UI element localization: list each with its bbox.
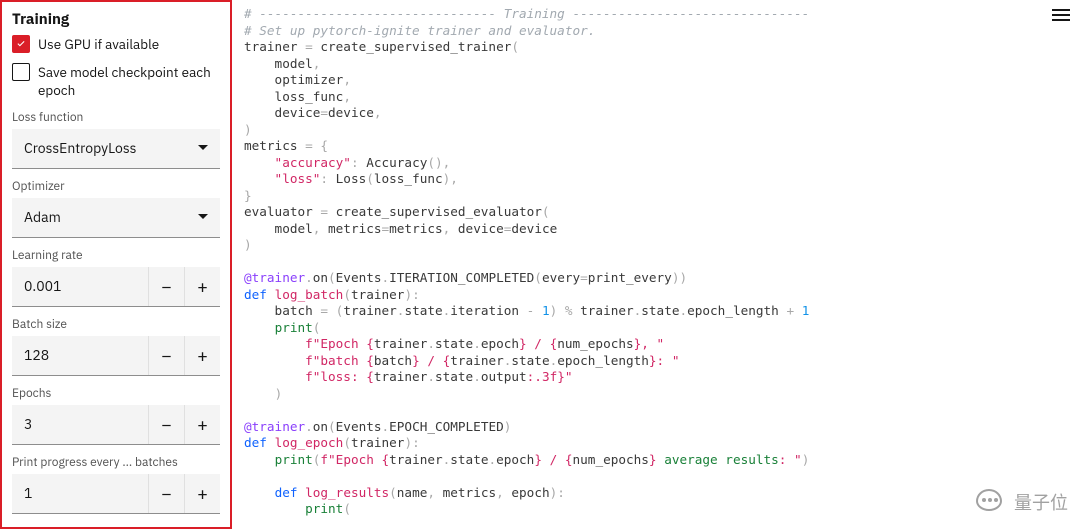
optimizer-value: Adam	[24, 208, 61, 226]
print-every-decrement-button[interactable]: −	[148, 474, 184, 513]
epochs-decrement-button[interactable]: −	[148, 405, 184, 444]
optimizer-label: Optimizer	[12, 179, 220, 194]
loss-value: CrossEntropyLoss	[24, 139, 136, 157]
loss-select[interactable]: CrossEntropyLoss	[12, 129, 220, 169]
batch-input[interactable]: 128	[12, 346, 148, 364]
lr-increment-button[interactable]: +	[184, 267, 220, 306]
print-every-input[interactable]: 1	[12, 484, 148, 502]
epochs-increment-button[interactable]: +	[184, 405, 220, 444]
print-every-stepper: 1 − +	[12, 474, 220, 514]
epochs-stepper: 3 − +	[12, 405, 220, 445]
batch-decrement-button[interactable]: −	[148, 336, 184, 375]
checkbox-save-ckpt-label: Save model checkpoint each epoch	[38, 63, 220, 99]
code-panel: # ------------------------------- Traini…	[232, 0, 1080, 529]
checkbox-use-gpu-row: Use GPU if available	[12, 35, 220, 53]
chevron-down-icon	[198, 143, 208, 153]
batch-stepper: 128 − +	[12, 336, 220, 376]
checkmark-icon	[15, 38, 27, 50]
lr-stepper: 0.001 − +	[12, 267, 220, 307]
checkbox-use-gpu[interactable]	[12, 35, 30, 53]
menu-button[interactable]	[1052, 6, 1070, 24]
lr-input[interactable]: 0.001	[12, 277, 148, 295]
print-every-label: Print progress every ... batches	[12, 455, 220, 470]
optimizer-select[interactable]: Adam	[12, 198, 220, 238]
lr-decrement-button[interactable]: −	[148, 267, 184, 306]
batch-label: Batch size	[12, 317, 220, 332]
code-block: # ------------------------------- Traini…	[244, 6, 1080, 518]
batch-increment-button[interactable]: +	[184, 336, 220, 375]
checkbox-save-ckpt[interactable]	[12, 63, 30, 81]
training-sidebar: Training Use GPU if available Save model…	[0, 0, 232, 529]
watermark: 量子位	[974, 489, 1068, 515]
loss-label: Loss function	[12, 110, 220, 125]
checkbox-use-gpu-label: Use GPU if available	[38, 35, 159, 53]
print-every-increment-button[interactable]: +	[184, 474, 220, 513]
epochs-input[interactable]: 3	[12, 415, 148, 433]
wechat-icon	[974, 489, 1004, 515]
watermark-text: 量子位	[1014, 489, 1068, 515]
menu-icon	[1052, 9, 1070, 11]
checkbox-save-ckpt-row: Save model checkpoint each epoch	[12, 63, 220, 99]
epochs-label: Epochs	[12, 386, 220, 401]
chevron-down-icon	[198, 212, 208, 222]
panel-title: Training	[12, 10, 220, 29]
lr-label: Learning rate	[12, 248, 220, 263]
